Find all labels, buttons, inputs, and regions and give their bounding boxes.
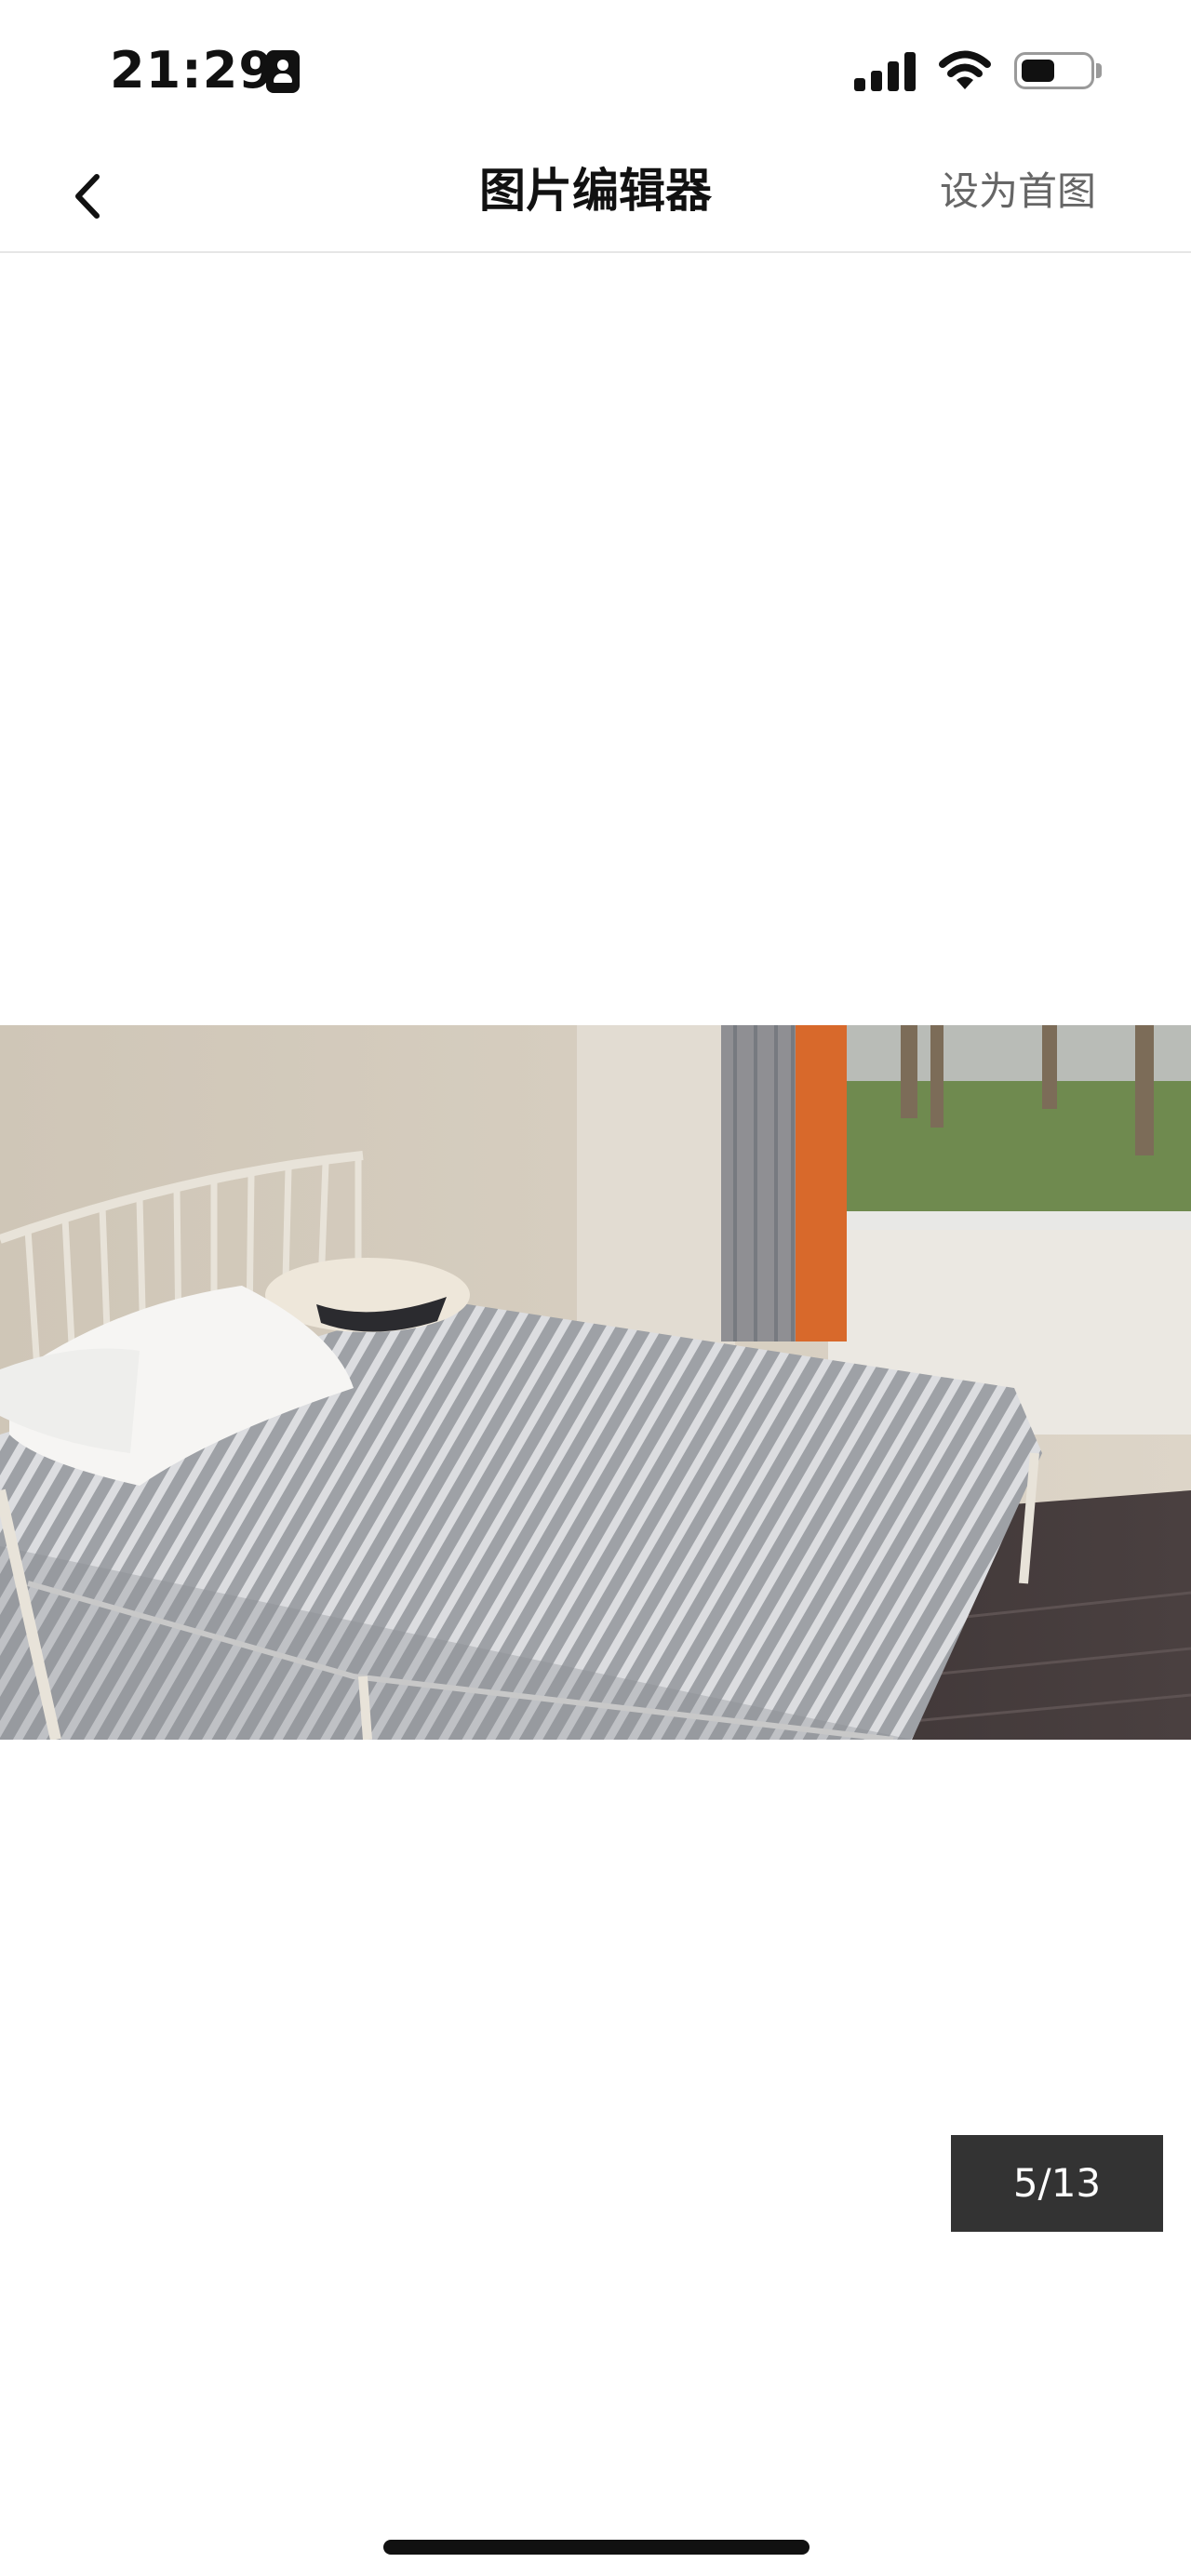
image-editor-screen: 21:29 图片编辑器 设为首图 5/13 [0,0,1191,2576]
page-indicator: 5/13 [951,2135,1163,2232]
cellular-signal-icon [854,52,919,91]
battery-icon [1014,52,1094,89]
nav-bar: 图片编辑器 设为首图 [0,140,1191,253]
photo-viewer[interactable]: 5/13 [0,253,1191,2542]
battery-cap [1096,63,1102,78]
battery-level [1022,60,1054,82]
wifi-icon [939,50,991,89]
status-bar: 21:29 [0,0,1191,140]
chevron-left-icon [75,174,100,219]
set-as-cover-button[interactable]: 设为首图 [940,162,1096,221]
room-photo[interactable] [0,1025,1191,1740]
home-indicator[interactable] [383,2540,810,2555]
back-button[interactable] [56,164,121,229]
contact-badge-icon [266,50,300,93]
status-time: 21:29 [110,41,274,100]
